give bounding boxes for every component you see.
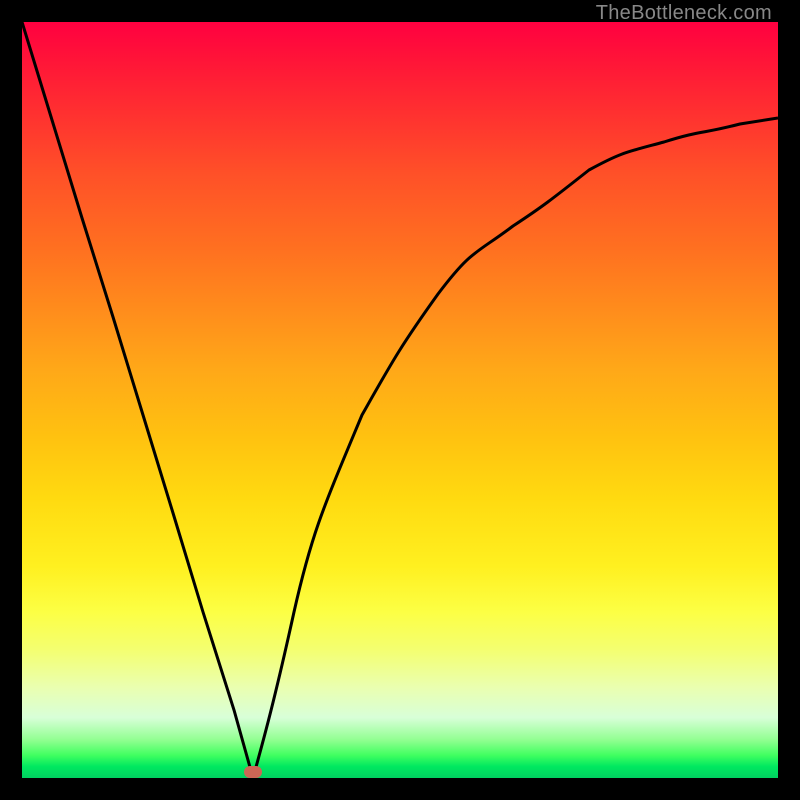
curve-layer	[22, 22, 778, 778]
bottleneck-curve	[22, 22, 778, 778]
chart-frame: TheBottleneck.com	[0, 0, 800, 800]
min-marker	[244, 766, 262, 778]
watermark-text: TheBottleneck.com	[596, 2, 772, 25]
